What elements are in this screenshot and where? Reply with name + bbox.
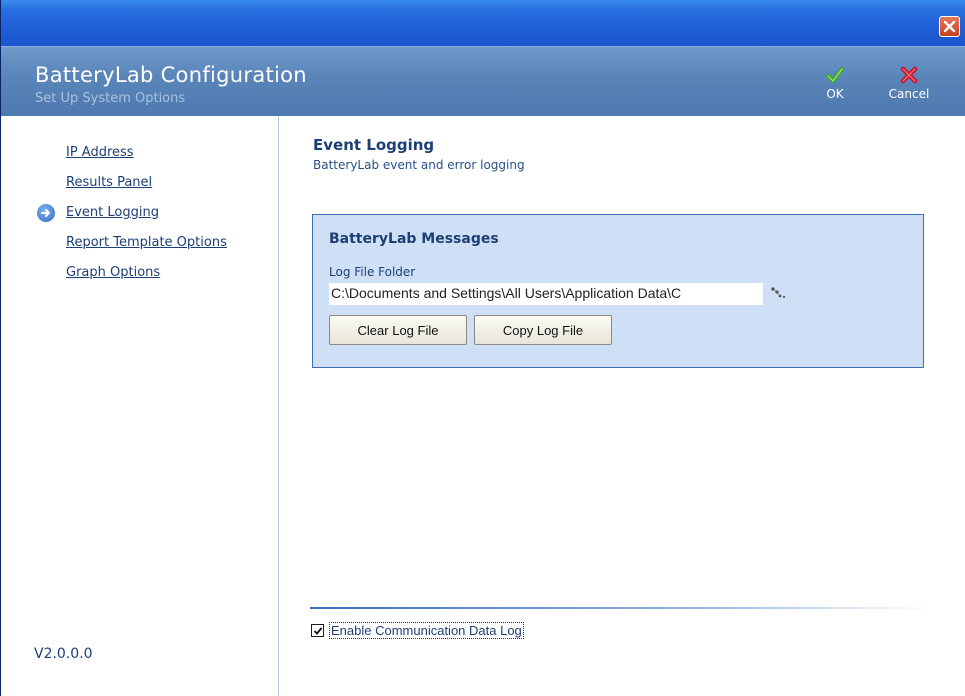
ok-button[interactable]: OK xyxy=(819,65,851,101)
sidebar-item-event-logging[interactable]: Event Logging xyxy=(66,205,159,220)
main-content: Event Logging BatteryLab event and error… xyxy=(280,116,965,696)
sidebar-nav: IP Address Results Panel Event Logging R… xyxy=(2,116,279,696)
divider xyxy=(310,607,930,609)
log-folder-input[interactable]: C:\Documents and Settings\All Users\Appl… xyxy=(329,283,763,305)
title-bar[interactable] xyxy=(1,0,965,46)
cancel-label: Cancel xyxy=(888,87,930,101)
app-header: BatteryLab Configuration Set Up System O… xyxy=(1,46,965,116)
active-arrow-icon xyxy=(37,204,55,222)
checkmark-icon xyxy=(826,67,844,83)
clear-log-file-button[interactable]: Clear Log File xyxy=(329,315,467,345)
enable-comm-log-label: Enable Communication Data Log xyxy=(329,622,524,639)
messages-panel: BatteryLab Messages Log File Folder C:\D… xyxy=(312,214,924,368)
config-window: BatteryLab Configuration Set Up System O… xyxy=(0,0,965,696)
close-icon xyxy=(943,20,956,33)
ok-label: OK xyxy=(826,87,844,101)
browse-folder-icon[interactable] xyxy=(769,285,787,303)
enable-comm-log-row[interactable]: Enable Communication Data Log xyxy=(311,622,524,639)
page-subtitle: BatteryLab event and error logging xyxy=(313,158,525,172)
enable-comm-log-checkbox[interactable] xyxy=(311,624,324,637)
cancel-x-icon xyxy=(900,66,918,84)
sidebar-item-results-panel[interactable]: Results Panel xyxy=(66,175,152,190)
page-title: Event Logging xyxy=(313,136,435,154)
sidebar-item-graph-options[interactable]: Graph Options xyxy=(66,265,160,280)
checkmark-icon xyxy=(313,626,322,635)
cancel-button[interactable]: Cancel xyxy=(882,65,936,101)
panel-title: BatteryLab Messages xyxy=(329,231,499,247)
app-title: BatteryLab Configuration xyxy=(35,63,307,87)
sidebar-item-report-template-options[interactable]: Report Template Options xyxy=(66,235,227,250)
log-folder-label: Log File Folder xyxy=(329,265,416,279)
close-button[interactable] xyxy=(939,16,960,37)
copy-log-file-button[interactable]: Copy Log File xyxy=(474,315,612,345)
sidebar-item-ip-address[interactable]: IP Address xyxy=(66,145,134,160)
app-subtitle: Set Up System Options xyxy=(35,91,186,106)
version-label: V2.0.0.0 xyxy=(34,646,93,662)
